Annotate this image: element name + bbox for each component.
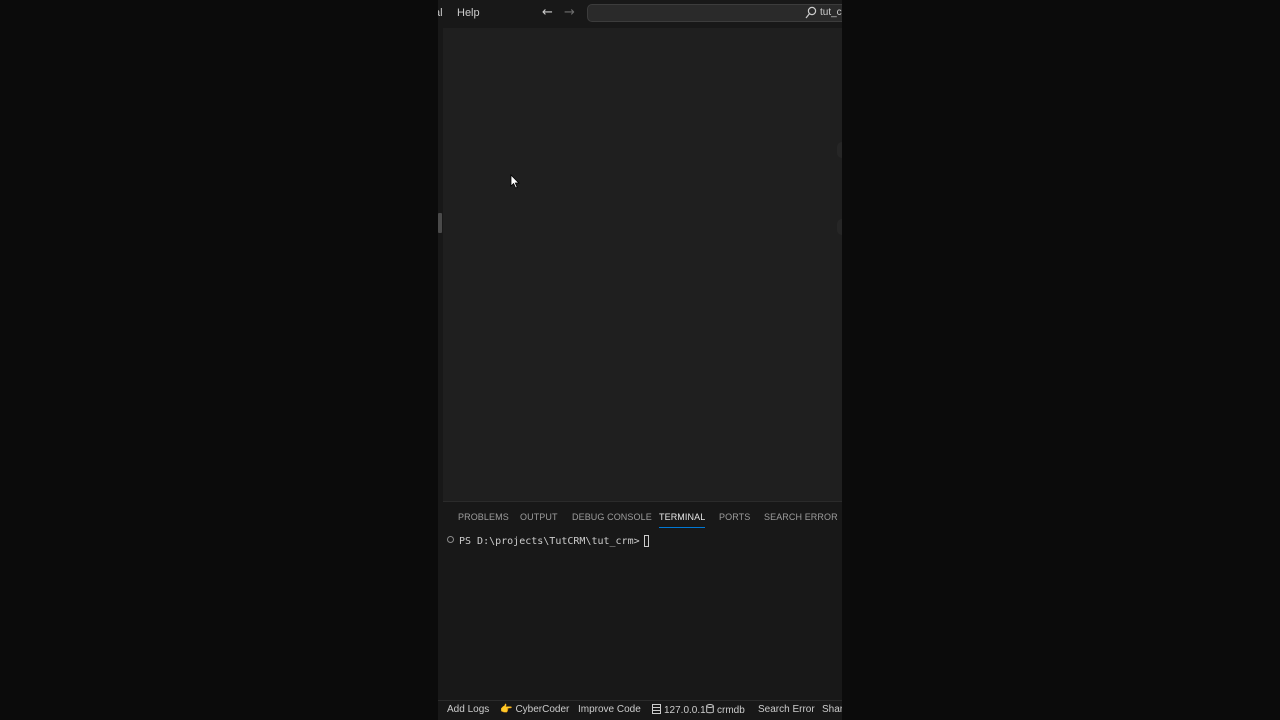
- status-bar: Add Logs 👉 CyberCoder Improve Code 127.0.…: [438, 700, 842, 720]
- bottom-panel: PROBLEMS OUTPUT DEBUG CONSOLE TERMINAL P…: [443, 501, 842, 700]
- tab-output[interactable]: OUTPUT: [520, 512, 558, 522]
- tab-debug-console[interactable]: DEBUG CONSOLE: [572, 512, 652, 522]
- tab-ports[interactable]: PORTS: [719, 512, 750, 522]
- tab-problems[interactable]: PROBLEMS: [458, 512, 509, 522]
- tab-search-error[interactable]: SEARCH ERROR: [764, 512, 838, 522]
- server-icon: [652, 704, 661, 714]
- sidebar-sash[interactable]: [438, 213, 442, 233]
- arrow-right-icon[interactable]: →: [564, 5, 575, 21]
- edge-handle: [837, 219, 842, 235]
- title-bar: al Help ← → tut_cr: [438, 0, 842, 28]
- terminal-line[interactable]: PS D:\projects\TutCRM\tut_crm>: [447, 535, 649, 547]
- db-host-label: 127.0.0.1: [664, 705, 706, 716]
- menu-terminal[interactable]: al: [438, 7, 443, 19]
- database-label: crmdb: [717, 705, 745, 716]
- editor-area[interactable]: [443, 28, 842, 501]
- add-logs-button[interactable]: Add Logs: [447, 704, 489, 715]
- cybercoder-button[interactable]: 👉 CyberCoder: [500, 704, 569, 715]
- command-center-text: tut_cr: [820, 7, 842, 18]
- edge-handle: [837, 142, 842, 158]
- share-button[interactable]: Shar: [822, 704, 842, 715]
- command-status-icon: [447, 536, 454, 543]
- improve-code-button[interactable]: Improve Code: [578, 704, 641, 715]
- tab-terminal[interactable]: TERMINAL: [659, 512, 706, 528]
- cybercoder-label: CyberCoder: [515, 704, 570, 715]
- vscode-window: al Help ← → tut_cr PROBLEMS OUTPUT: [438, 0, 842, 720]
- search-icon: [805, 6, 817, 19]
- database-icon: [706, 704, 714, 714]
- mouse-pointer-icon: [510, 174, 520, 189]
- search-error-button[interactable]: Search Error: [758, 704, 815, 715]
- menu-help[interactable]: Help: [457, 7, 480, 19]
- screen: al Help ← → tut_cr PROBLEMS OUTPUT: [0, 0, 1280, 720]
- terminal-cursor: [643, 535, 649, 547]
- db-host-button[interactable]: 127.0.0.1: [652, 704, 706, 716]
- database-button[interactable]: crmdb: [706, 704, 745, 716]
- panel-tabs: PROBLEMS OUTPUT DEBUG CONSOLE TERMINAL P…: [443, 502, 842, 532]
- pointing-hand-icon: 👉: [500, 704, 513, 715]
- command-center[interactable]: tut_cr: [587, 4, 842, 22]
- arrow-left-icon[interactable]: ←: [542, 5, 553, 21]
- terminal-prompt: PS D:\projects\TutCRM\tut_crm>: [459, 536, 640, 547]
